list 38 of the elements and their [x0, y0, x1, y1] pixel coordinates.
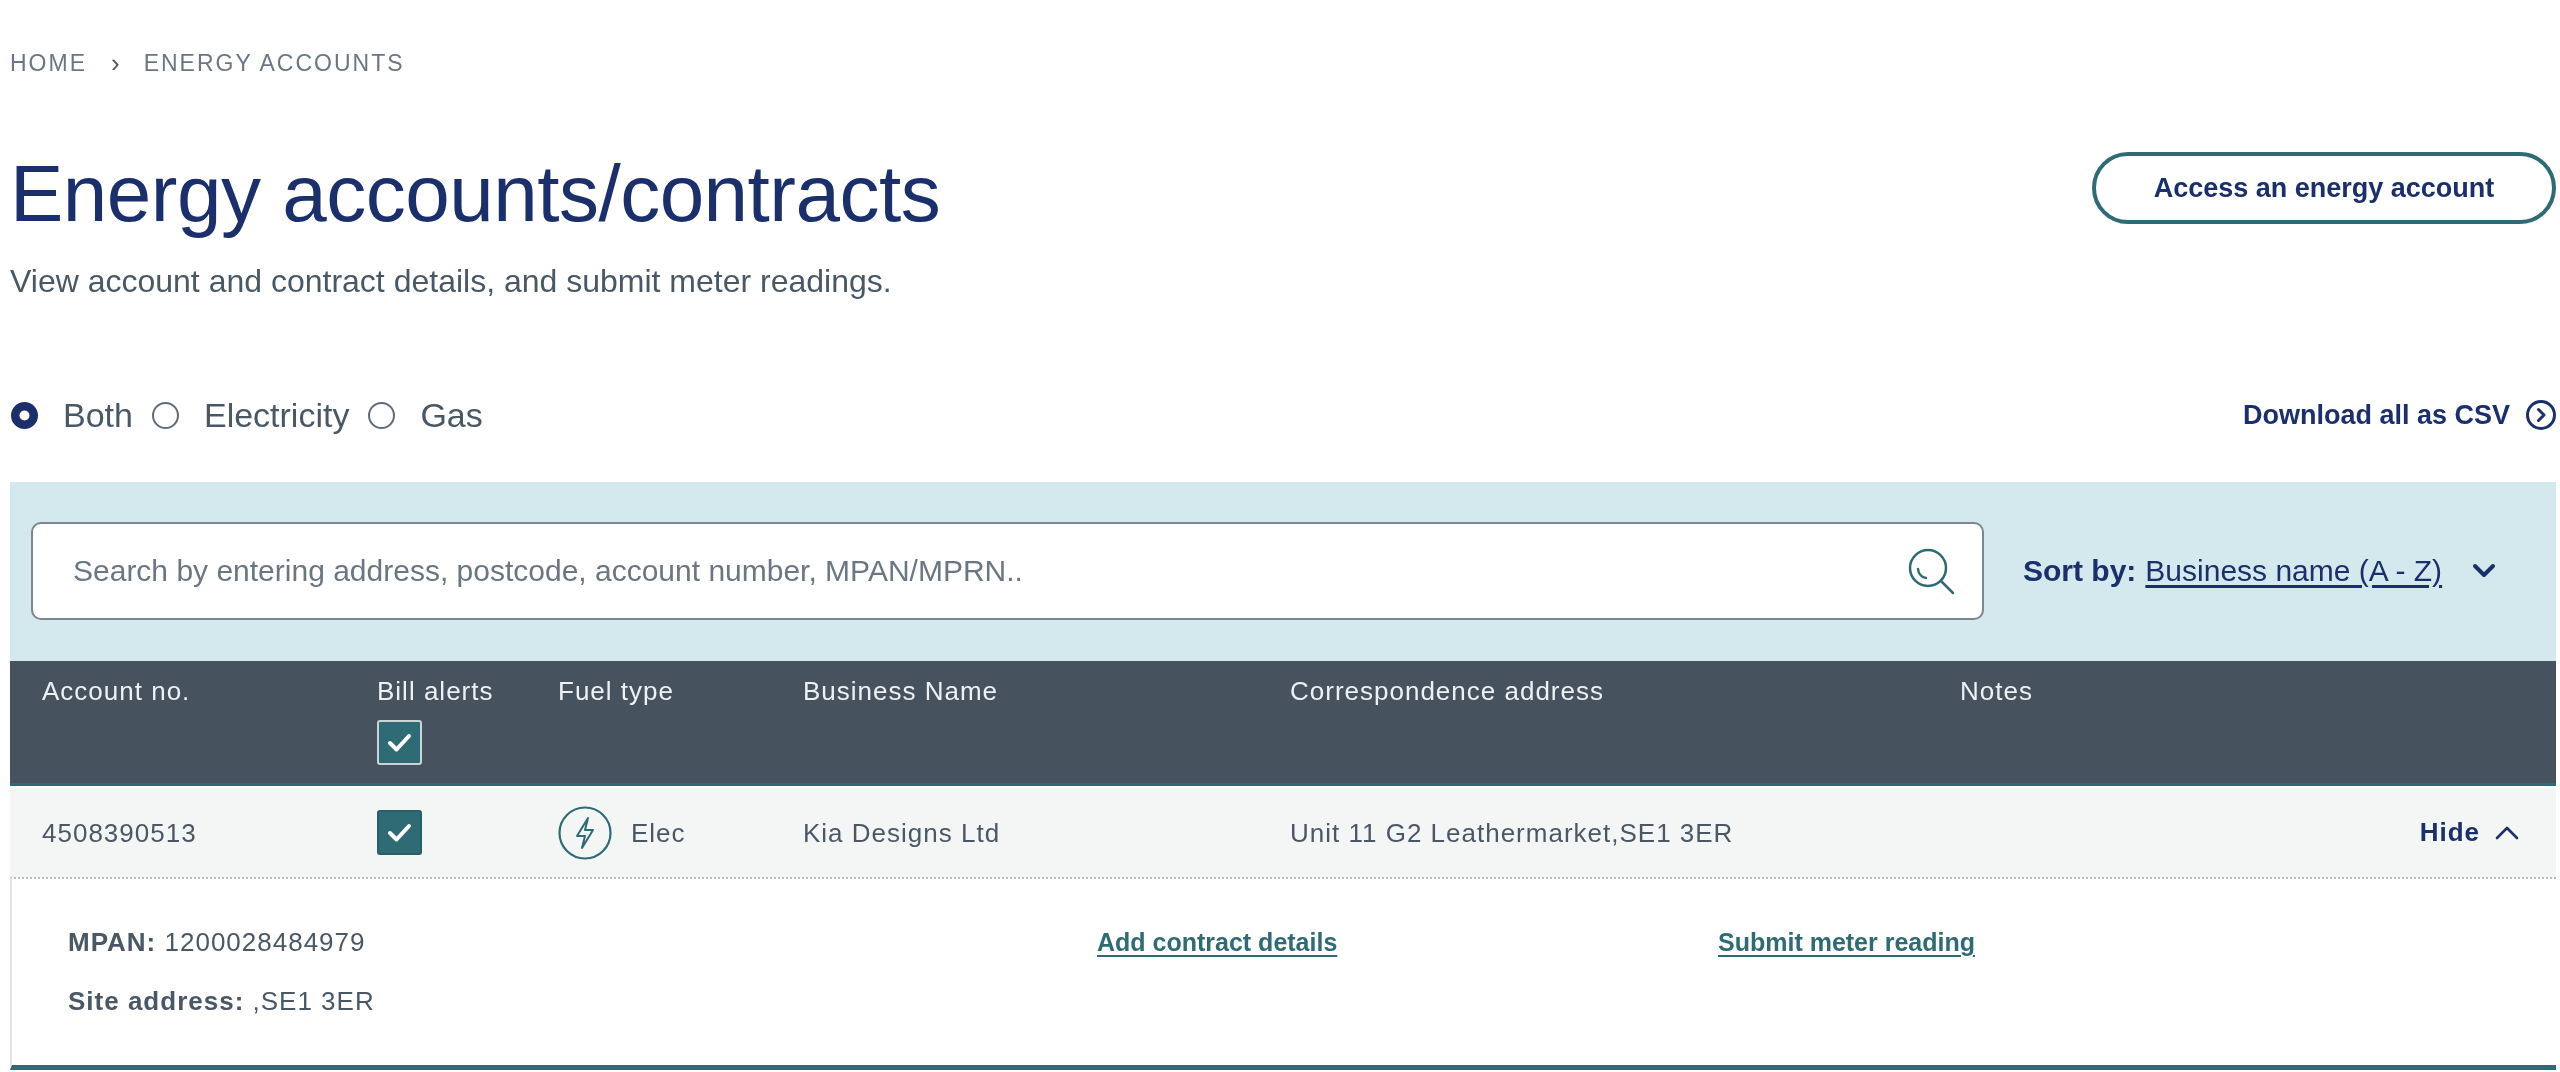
column-header: Business Name: [803, 676, 999, 706]
detail-field: MPAN: 1200028484979: [68, 927, 1097, 957]
chevron-right-circle-icon[interactable]: [2526, 400, 2556, 430]
download-csv-link[interactable]: Download all as CSV: [2242, 399, 2510, 431]
column-header: Account no.: [42, 676, 191, 706]
sort-dropdown-link[interactable]: Business name (A - Z): [2145, 554, 2443, 588]
column-header: Bill alerts: [377, 676, 494, 706]
search-icon[interactable]: [1906, 546, 1956, 596]
radio-icon[interactable]: [150, 400, 180, 430]
access-account-button[interactable]: Access an energy account: [2092, 152, 2556, 224]
sort-label: Sort by:: [2023, 554, 2137, 588]
column-header: Fuel type: [558, 676, 674, 706]
fuel-radio-option[interactable]: Both: [10, 395, 133, 435]
breadcrumb-current: ENERGY ACCOUNTS: [143, 50, 405, 76]
hide-toggle[interactable]: Hide: [2419, 817, 2520, 848]
lightning-icon: [558, 805, 612, 860]
page-title: Energy accounts/contracts: [10, 152, 941, 236]
detail-field: Site address: ,SE1 3ER: [68, 986, 1097, 1016]
chevron-down-icon[interactable]: [2472, 563, 2497, 579]
select-all-checkbox[interactable]: [377, 720, 422, 765]
column-header: Correspondence address: [1290, 676, 1604, 706]
breadcrumb-link[interactable]: HOME: [10, 50, 87, 76]
table-cell: 4508390513: [42, 817, 197, 848]
action-link[interactable]: Submit meter reading: [1718, 928, 1975, 956]
table-cell: Kia Designs Ltd: [803, 817, 1001, 848]
column-header: Notes: [1960, 676, 2033, 706]
radio-icon[interactable]: [10, 400, 39, 430]
fuel-radio-option[interactable]: Gas: [367, 395, 483, 435]
breadcrumb-separator: ›: [111, 50, 120, 76]
table-cell: Unit 11 G2 Leathermarket,SE1 3ER: [1290, 817, 1734, 848]
fuel-radio-option[interactable]: Electricity: [150, 395, 350, 435]
search-field[interactable]: Search by entering address, postcode, account number, MPAN/MPRN..: [31, 522, 1984, 620]
page-subtitle: View account and contract details, and submit meter readings.: [10, 262, 893, 301]
action-link[interactable]: Add contract details: [1097, 928, 1338, 956]
chevron-up-icon[interactable]: [2494, 824, 2520, 841]
radio-icon[interactable]: [367, 400, 397, 430]
bill-alert-checkbox[interactable]: [377, 810, 422, 855]
table-cell: Elec: [631, 817, 686, 848]
